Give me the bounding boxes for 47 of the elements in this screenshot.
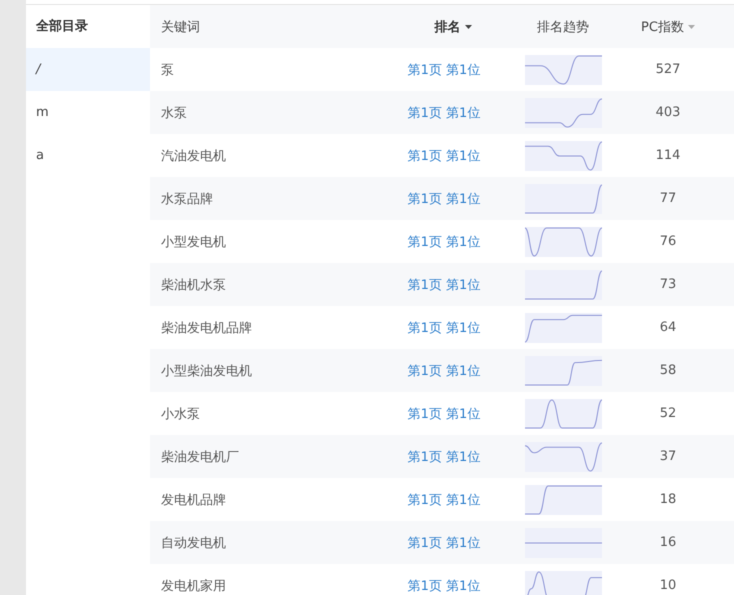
pc-index-value: 16 (660, 535, 676, 550)
rank-link[interactable]: 第1页 第1位 (408, 278, 480, 292)
keyword-text: 水泵品牌 (161, 192, 213, 206)
pc-index-value: 10 (660, 578, 676, 593)
sidebar-title: 全部目录 (35, 18, 89, 36)
keyword-text: 柴油发电机厂 (161, 450, 239, 464)
keyword-text: 小水泵 (161, 406, 200, 422)
rank-link[interactable]: 第1页 第1位 (408, 406, 480, 422)
pc-index-value: 114 (656, 148, 680, 163)
rank-link[interactable]: 第1页 第1位 (408, 536, 480, 550)
rank-link[interactable]: 第1页 第1位 (408, 364, 480, 378)
keyword-text: 发电机家用 (161, 578, 226, 594)
pc-index-value: 73 (660, 277, 676, 292)
rank-link[interactable]: 第1页 第1位 (408, 106, 480, 120)
keyword-text: 发电机品牌 (161, 492, 226, 508)
pc-index-value: 37 (660, 449, 676, 464)
pc-index-value: 64 (660, 320, 676, 335)
keyword-text: 柴油发电机品牌 (161, 320, 252, 336)
sidebar-item[interactable]: a (26, 134, 150, 177)
rank-link[interactable]: 第1页 第1位 (408, 320, 480, 336)
column-header[interactable]: PC指数 (641, 20, 695, 34)
column-header: 关键词 (161, 20, 200, 34)
pc-index-value: 58 (660, 363, 676, 378)
rank-link[interactable]: 第1页 第1位 (408, 62, 480, 78)
rank-link[interactable]: 第1页 第1位 (408, 492, 480, 508)
column-header[interactable]: 排名 (434, 20, 472, 34)
keyword-text: 汽油发电机 (161, 148, 226, 164)
pc-index-value: 52 (660, 406, 676, 421)
keyword-text: 水泵 (161, 106, 187, 120)
rank-link[interactable]: 第1页 第1位 (408, 234, 480, 250)
sidebar-item[interactable]: / (26, 48, 150, 91)
pc-index-value: 527 (656, 62, 680, 77)
rank-link[interactable]: 第1页 第1位 (408, 148, 480, 164)
pc-index-value: 76 (660, 234, 676, 249)
column-header: 排名趋势 (537, 18, 589, 36)
keyword-text: 柴油机水泵 (161, 278, 226, 292)
keyword-text: 小型柴油发电机 (161, 364, 252, 378)
pc-index-value: 18 (660, 492, 676, 507)
rank-link[interactable]: 第1页 第1位 (408, 192, 480, 206)
keyword-text: 泵 (161, 62, 174, 78)
rank-link[interactable]: 第1页 第1位 (408, 578, 480, 594)
sidebar-item[interactable]: m (26, 91, 150, 134)
keyword-text: 小型发电机 (161, 234, 226, 250)
pc-index-value: 403 (656, 105, 680, 120)
keyword-text: 自动发电机 (161, 536, 226, 550)
pc-index-value: 77 (660, 191, 676, 206)
rank-link[interactable]: 第1页 第1位 (408, 450, 480, 464)
